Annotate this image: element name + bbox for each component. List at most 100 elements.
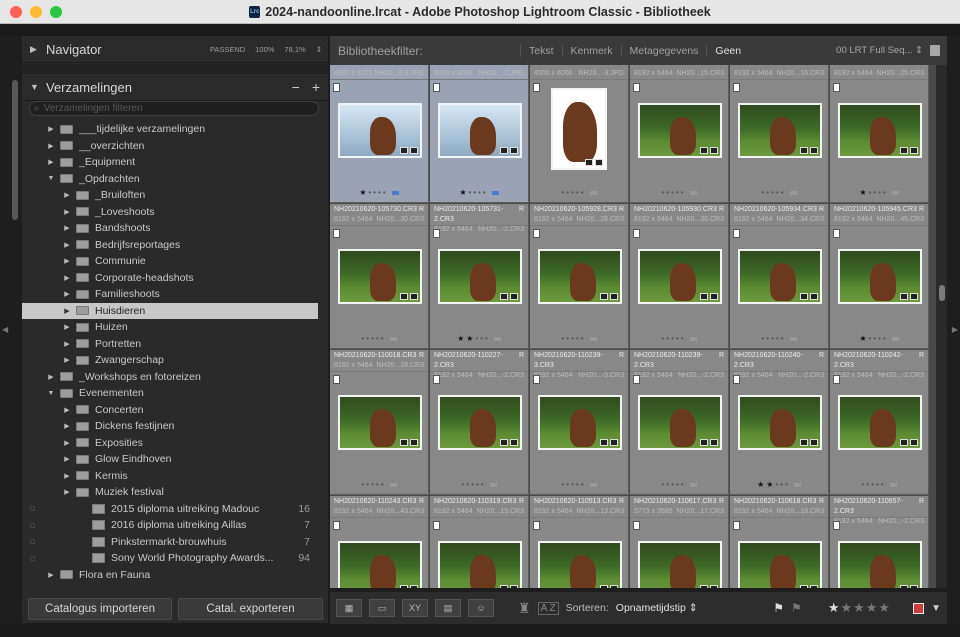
remove-collection-icon[interactable]: − [292, 79, 300, 95]
collapse-triangle-icon[interactable]: ▶ [62, 290, 72, 298]
thumbnail-cell[interactable]: NH20210620-110018.CR3 R 8192 x 5464 NH20...… [330, 350, 429, 495]
color-label-swatch[interactable] [891, 336, 899, 341]
thumbnail-cell[interactable]: NH20210620-105716.CR3R8192 x 5464NH20...… [730, 65, 829, 203]
collection-row[interactable]: ▶ Communie [28, 253, 318, 270]
navigator-header[interactable]: ▶ Navigator PASSEND 100% 78,1% ⇕ [22, 36, 328, 63]
thumbnail-cell[interactable]: NH20210620-105550-3.JPG4937 x 3271NH20..… [330, 65, 429, 203]
flag-icon[interactable] [733, 83, 740, 92]
photo-thumbnail[interactable] [838, 541, 922, 588]
flag-icon[interactable] [733, 229, 740, 238]
collection-row[interactable]: ▶ _Workshops en fotoreizen [28, 369, 318, 386]
collapse-triangle-icon[interactable]: ▶ [62, 224, 72, 232]
color-label-swatch[interactable] [789, 190, 797, 195]
photo-thumbnail[interactable] [338, 395, 422, 450]
color-label-swatch[interactable] [793, 482, 801, 487]
photo-thumbnail[interactable] [638, 395, 722, 450]
flag-icon[interactable] [533, 229, 540, 238]
collection-row[interactable]: ▼ _Opdrachten [28, 171, 318, 188]
thumbnail-cell[interactable]: NH20210620-105725.CR3R8192 x 5464NH20...… [830, 65, 929, 203]
collection-row[interactable]: ▶ Glow Eindhoven [28, 451, 318, 468]
flag-pick-icon[interactable]: ⚑ [773, 601, 784, 615]
sort-direction-icon[interactable]: A Z [537, 601, 559, 615]
flag-icon[interactable] [533, 521, 540, 530]
zoom-custom-option[interactable]: 78,1% [284, 45, 305, 54]
thumbnail-cell[interactable]: NH20210620-105715.CR3R8192 x 5464NH20...… [630, 65, 729, 203]
left-panel-scrollbar[interactable] [12, 80, 18, 220]
flag-icon[interactable] [633, 521, 640, 530]
add-collection-icon[interactable]: + [312, 79, 320, 95]
photo-thumbnail[interactable] [438, 395, 522, 450]
color-label-swatch[interactable] [589, 482, 597, 487]
collection-row[interactable]: ▶ ___tijdelijke verzamelingen [28, 121, 318, 138]
star-rating[interactable]: ★•••• [330, 188, 428, 197]
collection-row[interactable]: Sony World Photography Awards... 94 [28, 550, 318, 567]
thumbnail-cell[interactable]: NH20210620-110240-2.CR3 R 8192 x 5464 NH20.… [730, 350, 829, 495]
flag-icon[interactable] [733, 375, 740, 384]
color-label-swatch[interactable] [389, 482, 397, 487]
compare-view-icon[interactable]: XY [402, 599, 428, 617]
color-label-swatch[interactable] [889, 482, 897, 487]
thumbnail-cell[interactable]: NH20210620-105601-3.JPG4000 x 6000NH20..… [530, 65, 629, 203]
grid-view-icon[interactable]: ▦ [336, 599, 362, 617]
grid-scrollbar[interactable] [936, 65, 947, 588]
thumbnail-cell[interactable]: NH20210620-110319.CR3 R 8192 x 5464 NH20...… [430, 496, 529, 588]
photo-thumbnail[interactable] [438, 541, 522, 588]
maximize-window-button[interactable] [50, 6, 62, 18]
star-rating[interactable]: ••••• [330, 334, 428, 343]
photo-thumbnail[interactable] [838, 103, 922, 158]
collapse-triangle-icon[interactable]: ▶ [46, 142, 56, 150]
flag-icon[interactable] [333, 229, 340, 238]
color-label-swatch[interactable] [891, 190, 899, 195]
top-panel-strip[interactable] [0, 24, 960, 36]
collection-row[interactable]: ▶ Concerten [28, 402, 318, 419]
star-rating[interactable]: ••••• [530, 480, 628, 489]
import-catalog-button[interactable]: Catalogus importeren [28, 598, 172, 620]
photo-thumbnail[interactable] [738, 103, 822, 158]
collapse-triangle-icon[interactable]: ▶ [62, 274, 72, 282]
color-label-swatch[interactable] [689, 482, 697, 487]
flag-icon[interactable] [633, 375, 640, 384]
sync-checkbox[interactable] [30, 539, 35, 545]
star-rating[interactable]: ••••• [730, 334, 828, 343]
flag-reject-icon[interactable]: ⚑ [791, 601, 802, 615]
collapse-triangle-icon[interactable]: ▶ [62, 439, 72, 447]
thumbnail-cell[interactable]: NH20210620-105730.CR3 R 8192 x 5464 NH20...… [330, 204, 429, 349]
people-view-icon[interactable]: ☺ [468, 599, 494, 617]
expand-triangle-icon[interactable]: ▼ [46, 175, 56, 182]
star-rating[interactable]: ••••• [630, 334, 728, 343]
collapse-triangle-icon[interactable]: ▶ [62, 208, 72, 216]
collection-row[interactable]: ▼ Evenementen [28, 385, 318, 402]
collapse-triangle-icon[interactable]: ▶ [46, 125, 56, 133]
filter-option-metagegevens[interactable]: Metagegevens [620, 44, 707, 57]
flag-icon[interactable] [833, 229, 840, 238]
filter-option-geen[interactable]: Geen [706, 44, 749, 57]
collection-row[interactable]: ▶ __overzichten [28, 138, 318, 155]
filmstrip-toggle-strip[interactable] [0, 624, 960, 637]
zoom-100-option[interactable]: 100% [255, 45, 274, 54]
survey-view-icon[interactable]: ▤ [435, 599, 461, 617]
color-label-swatch[interactable] [789, 336, 797, 341]
filter-option-kenmerk[interactable]: Kenmerk [561, 44, 621, 57]
thumbnail-cell[interactable]: NH20210620-110513.CR3 R 8192 x 5464 NH20...… [530, 496, 629, 588]
collection-row[interactable]: ▶ Bedrijfsreportages [28, 237, 318, 254]
color-label-swatch[interactable] [493, 336, 501, 341]
collection-row[interactable]: 2015 diploma uitreiking Madouc 16 [28, 501, 318, 518]
flag-icon[interactable] [733, 521, 740, 530]
color-label-swatch[interactable] [391, 190, 399, 195]
thumbnail-cell[interactable]: NH20210620-110617.CR3 R 5773 x 3585 NH20...… [630, 496, 729, 588]
star-rating[interactable]: ••••• [730, 188, 828, 197]
color-label-red-icon[interactable] [913, 602, 925, 614]
loupe-view-icon[interactable]: ▭ [369, 599, 395, 617]
star-rating[interactable]: ••••• [530, 188, 628, 197]
flag-icon[interactable] [333, 83, 340, 92]
star-rating[interactable]: ★•••• [430, 188, 528, 197]
rating-stars[interactable]: ★★★★★ [828, 600, 891, 616]
collections-search[interactable]: ⌕ Verzamelingen filteren [29, 101, 319, 116]
collapse-triangle-icon[interactable]: ▶ [62, 356, 72, 364]
thumbnail-cell[interactable]: NH20210620-110657-2.CR3 R 8192 x 5464 NH20.… [830, 496, 929, 588]
flag-icon[interactable] [633, 83, 640, 92]
flag-icon[interactable] [833, 375, 840, 384]
color-label-swatch[interactable] [389, 336, 397, 341]
collapse-triangle-icon[interactable]: ▶ [46, 158, 56, 166]
collection-row[interactable]: ▶ Portretten [28, 336, 318, 353]
